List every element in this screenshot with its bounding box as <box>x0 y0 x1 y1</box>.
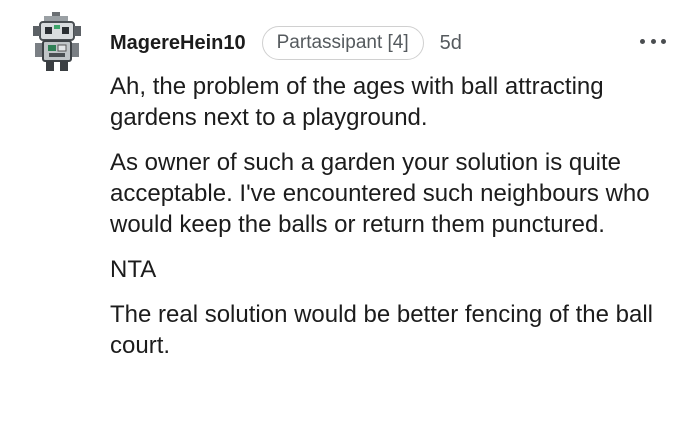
username-link[interactable]: MagereHein10 <box>110 32 246 55</box>
comment-paragraph: As owner of such a garden your solution … <box>110 149 650 238</box>
user-flair-badge: Partassipant [4] <box>261 26 424 60</box>
user-avatar[interactable] <box>30 10 84 74</box>
comment-paragraph: Ah, the problem of the ages with ball at… <box>110 73 604 131</box>
comment-paragraph: NTA <box>110 256 157 283</box>
comment-paragraph: The real solution would be better fencin… <box>110 301 654 359</box>
robot-avatar-icon <box>33 12 81 71</box>
more-options-icon <box>640 38 645 44</box>
comment: MagereHein10 Partassipant [4] 5d Ah, the… <box>0 0 700 437</box>
comment-header: MagereHein10 Partassipant [4] 5d <box>110 25 462 61</box>
more-options-icon-dot <box>661 38 666 44</box>
more-options-button[interactable] <box>640 34 666 48</box>
comment-body: Ah, the problem of the ages with ball at… <box>110 71 680 375</box>
comment-age: 5d <box>439 31 462 54</box>
more-options-icon-dot <box>650 38 656 44</box>
